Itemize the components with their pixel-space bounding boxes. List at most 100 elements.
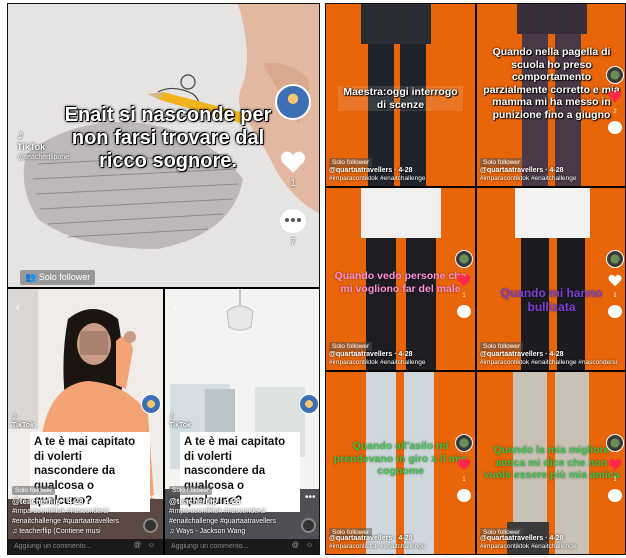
username-link[interactable]: @quartaatravellers · 4-28: [480, 350, 617, 359]
music-label[interactable]: ♫ teacherflip (Contiene musi: [12, 527, 119, 537]
comment-icon[interactable]: [608, 489, 622, 502]
hashtags-line[interactable]: #imparacontiktok #enaitchallenge #nascon…: [480, 359, 617, 368]
tiktok-watermark: ♪ TikTok: [169, 411, 191, 429]
video-caption: Enait si nasconde per non farsi trovare …: [64, 104, 272, 172]
back-icon[interactable]: ‹: [173, 299, 177, 314]
video-card-room[interactable]: ‹ ♪ TikTok A te è mai capitato di volert…: [165, 289, 319, 554]
comment-bar[interactable]: Aggiungi un commento... @ ☺: [8, 539, 163, 554]
hashtags-line[interactable]: #imparacontiktok #enaitchallenge: [329, 543, 425, 552]
hashtags-line-1[interactable]: #imparacontiktok #nascondersi: [169, 507, 276, 517]
like-count: 1: [613, 477, 617, 483]
hashtags-line-2[interactable]: #enaitchallenge #quartaatravellers: [12, 517, 119, 527]
action-sidebar: 1: [606, 434, 624, 502]
creator-avatar[interactable]: [299, 394, 319, 414]
comment-icon[interactable]: [608, 121, 622, 134]
tiktok-logo-icon: ♪: [17, 126, 24, 142]
at-icon[interactable]: @: [134, 542, 141, 549]
username-link[interactable]: @quartaatravellers · 4-28: [480, 166, 576, 175]
music-disc-icon[interactable]: [143, 518, 158, 533]
video-caption: Quando mi hanno bullizata: [500, 286, 603, 315]
video-caption: Quando all'asilo mi prendevano in giro x…: [333, 440, 468, 478]
creator-avatar[interactable]: [455, 250, 473, 268]
video-card-enait[interactable]: Enait si nasconde per non farsi trovare …: [8, 4, 319, 287]
comment-input[interactable]: Aggiungi un commento...: [14, 543, 91, 550]
post-meta: @quartaatravellers · 4-28 #imparacontikt…: [480, 166, 576, 184]
creator-avatar[interactable]: [606, 66, 624, 84]
action-sidebar: 1: [606, 250, 624, 318]
video-caption: Maestra:oggi interrogo di scenze: [338, 86, 463, 112]
post-meta: @quartaatravellers · 4-28 #imparacontikt…: [329, 534, 425, 552]
heart-icon[interactable]: [608, 90, 622, 103]
action-sidebar: 1 7: [275, 84, 311, 248]
heart-icon[interactable]: [457, 458, 471, 471]
like-count: 1: [462, 293, 466, 299]
hashtags-line-1[interactable]: #imparacontiktok #nascondersi: [12, 507, 119, 517]
username-link[interactable]: @quartaatravellers · 4-28: [329, 350, 425, 359]
people-icon: 👥: [25, 272, 37, 282]
emoji-icon[interactable]: ☺: [148, 542, 155, 549]
action-sidebar: 1: [455, 434, 473, 502]
emoji-icon[interactable]: ☺: [306, 542, 313, 549]
video-card-girl[interactable]: ‹ ♪ TikTok A te è mai capitato di volert…: [8, 289, 163, 554]
post-meta: @teacherflip · 4-28 #imparacontiktok #na…: [169, 496, 276, 537]
hashtags-line[interactable]: #imparacontiktok #enaitchallenge: [329, 175, 425, 184]
comment-icon[interactable]: [457, 489, 471, 502]
comment-icon[interactable]: [608, 305, 622, 318]
like-count: 1: [290, 178, 296, 189]
comment-count: 7: [290, 237, 296, 248]
post-meta: @quartaatravellers · 4-28 #imparacontikt…: [329, 350, 425, 368]
hashtags-line[interactable]: #imparacontiktok #enaitchallenge: [480, 543, 576, 552]
comment-input[interactable]: Aggiungi un commento...: [171, 543, 248, 550]
comment-bar[interactable]: Aggiungi un commento... @ ☺: [165, 539, 319, 554]
badge-label: Solo follower: [172, 487, 210, 494]
visibility-badge: Solo follower: [169, 486, 213, 495]
tiktok-watermark: ♪ TikTok: [17, 126, 45, 152]
tiktok-label: TikTok: [17, 142, 46, 152]
grid-video-2[interactable]: Quando nella pagella di scuola ho preso …: [477, 4, 625, 186]
tiktok-label: TikTok: [169, 422, 191, 429]
username-link[interactable]: @quartaatravellers · 4-28: [329, 166, 425, 175]
creator-avatar[interactable]: [606, 434, 624, 452]
like-count: 1: [462, 477, 466, 483]
username-link[interactable]: @quartaatravellers · 4-28: [329, 534, 425, 543]
heart-icon[interactable]: [280, 150, 306, 174]
visibility-badge: 👥 Solo follower: [20, 270, 96, 285]
grid-video-5[interactable]: Quando all'asilo mi prendevano in giro x…: [326, 372, 475, 554]
tiktok-logo-icon: ♪: [12, 411, 17, 422]
at-icon[interactable]: @: [292, 542, 299, 549]
comment-icon[interactable]: [280, 209, 306, 233]
tiktok-watermark: ♪ TikTok: [12, 411, 34, 429]
hashtags-line[interactable]: #imparacontiktok #enaitchallenge: [329, 359, 425, 368]
heart-icon[interactable]: [608, 458, 622, 471]
video-caption: Quando vedo persone che mi vogliono far …: [334, 270, 467, 295]
comment-icon[interactable]: [457, 305, 471, 318]
heart-icon[interactable]: [608, 274, 622, 287]
music-label[interactable]: ♫ Ways - Jackson Wang: [169, 527, 276, 537]
creator-avatar[interactable]: [275, 84, 311, 120]
creator-avatar[interactable]: [141, 394, 161, 414]
badge-label: Solo follower: [15, 487, 53, 494]
like-count: 1: [613, 293, 617, 299]
visibility-badge: Solo follower: [12, 486, 56, 495]
post-meta: @quartaatravellers · 4-28 #imparacontikt…: [480, 350, 617, 368]
username-link[interactable]: @teacherflip · 4-28: [12, 496, 119, 507]
back-icon[interactable]: ‹: [16, 299, 20, 314]
hashtags-line-2[interactable]: #enaitchallenge #quartaatravellers: [169, 517, 276, 527]
heart-icon[interactable]: [457, 274, 471, 287]
more-icon[interactable]: •••: [148, 492, 159, 503]
grid-video-4[interactable]: Quando mi hanno bullizata 1 Solo followe…: [477, 188, 625, 370]
grid-video-3[interactable]: Quando vedo persone che mi vogliono far …: [326, 188, 475, 370]
grid-video-1[interactable]: Maestra:oggi interrogo di scenze Solo fo…: [326, 4, 475, 186]
more-icon[interactable]: •••: [305, 492, 316, 503]
creator-avatar[interactable]: [606, 250, 624, 268]
tiktok-label: TikTok: [12, 422, 34, 429]
hashtags-line[interactable]: #imparacontiktok #enaitchallenge: [480, 175, 576, 184]
video-caption: Quando la mia migliore amica mi dice che…: [483, 444, 620, 482]
username-link[interactable]: @quartaatravellers · 4-28: [480, 534, 576, 543]
username-link[interactable]: @teacherflip · 4-28: [169, 496, 276, 507]
music-disc-icon[interactable]: [301, 518, 316, 533]
tiktok-logo-icon: ♪: [169, 411, 174, 422]
grid-video-6[interactable]: Quando la mia migliore amica mi dice che…: [477, 372, 625, 554]
creator-watermark: @teacherflipone: [18, 154, 70, 161]
creator-avatar[interactable]: [455, 434, 473, 452]
